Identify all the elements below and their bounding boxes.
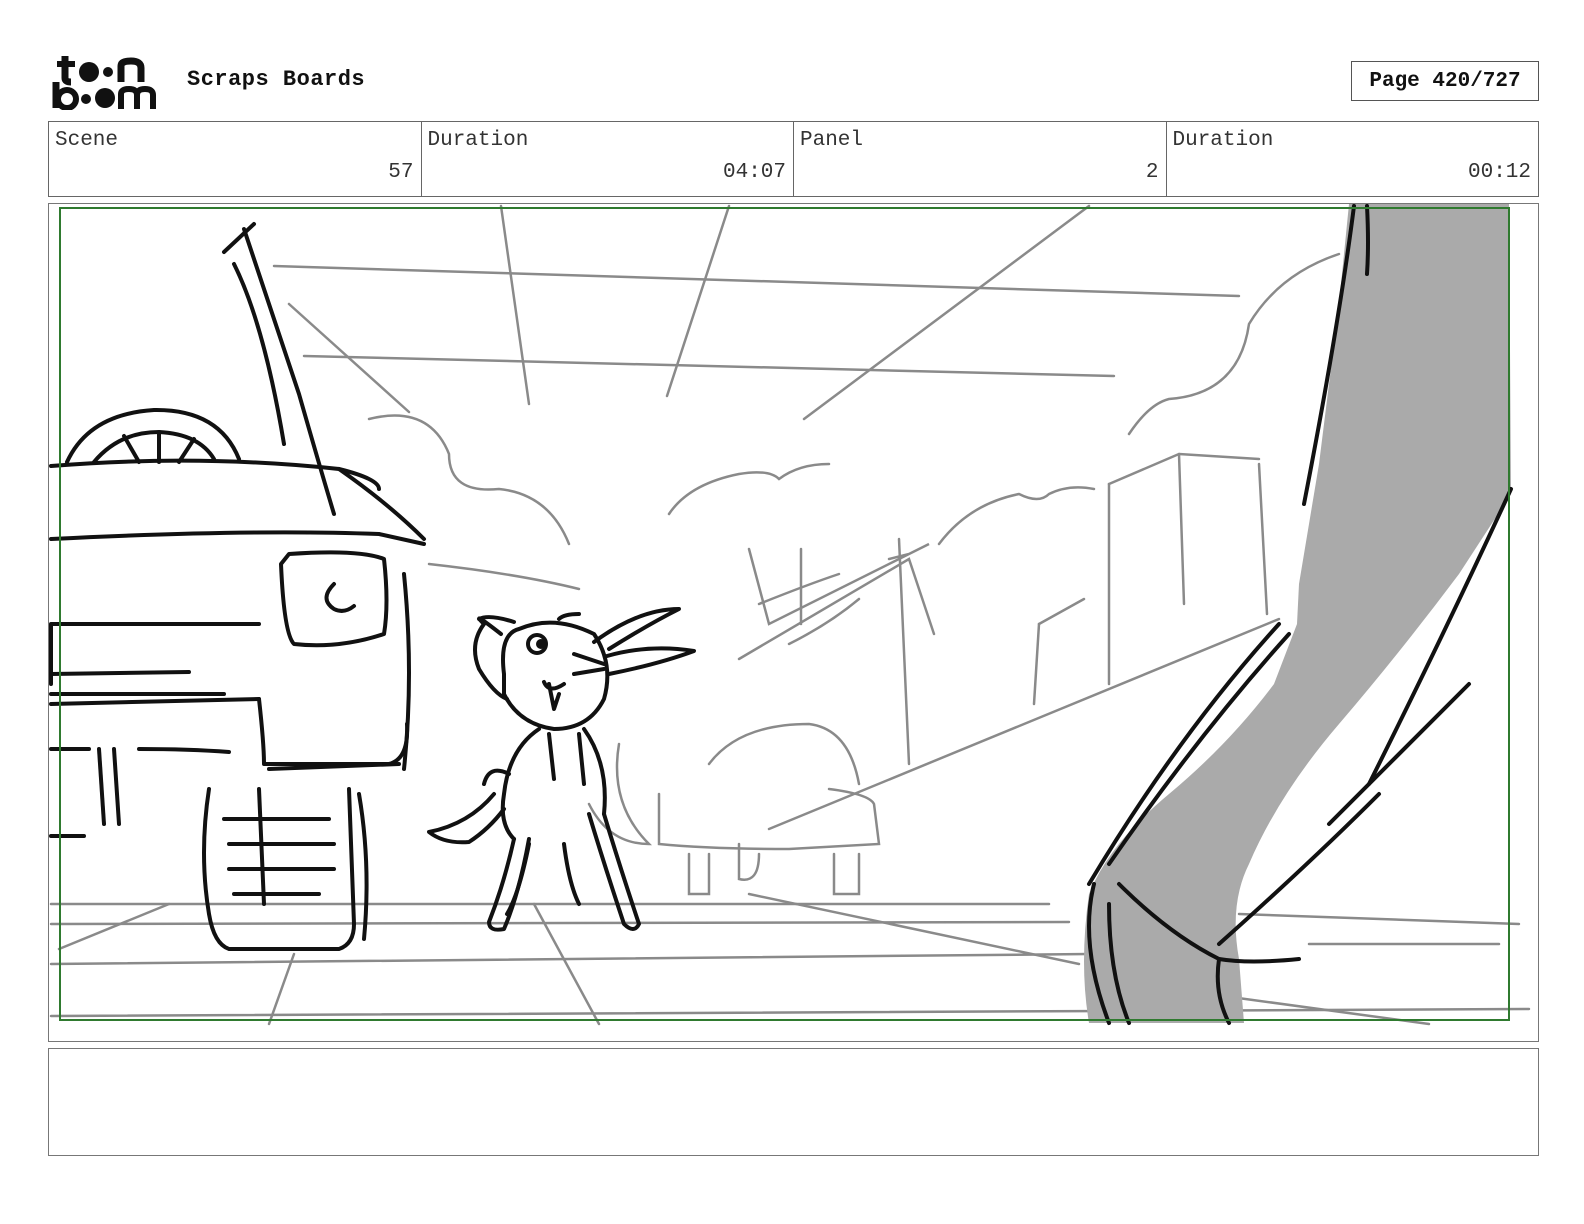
foreground-arm xyxy=(1084,204,1511,1023)
panel-sketch xyxy=(49,204,1531,1026)
toon-boom-logo xyxy=(51,52,163,111)
page-indicator: Page 420/727 xyxy=(1351,61,1539,101)
panel-duration-cell: Duration 00:12 xyxy=(1167,122,1539,196)
storyboard-panel xyxy=(48,203,1539,1042)
panel-cell: Panel 2 xyxy=(794,122,1167,196)
panel-duration-value: 00:12 xyxy=(1467,161,1531,184)
scene-duration-cell: Duration 04:07 xyxy=(422,122,794,196)
scene-duration-value: 04:07 xyxy=(722,161,786,184)
scene-cell: Scene 57 xyxy=(49,122,422,196)
page-indicator-text: Page 420/727 xyxy=(1369,69,1521,93)
scene-duration-label: Duration xyxy=(427,129,529,152)
scene-info-row: Scene 57 Duration 04:07 Panel 2 Duration… xyxy=(48,121,1539,197)
panel-notes-box xyxy=(48,1048,1539,1156)
scene-value: 57 xyxy=(388,161,414,184)
panel-duration-label: Duration xyxy=(1172,129,1274,152)
panel-value: 2 xyxy=(1145,161,1159,184)
panel-label: Panel xyxy=(800,129,864,152)
scene-label: Scene xyxy=(55,129,119,152)
project-title: Scraps Boards xyxy=(187,67,366,92)
